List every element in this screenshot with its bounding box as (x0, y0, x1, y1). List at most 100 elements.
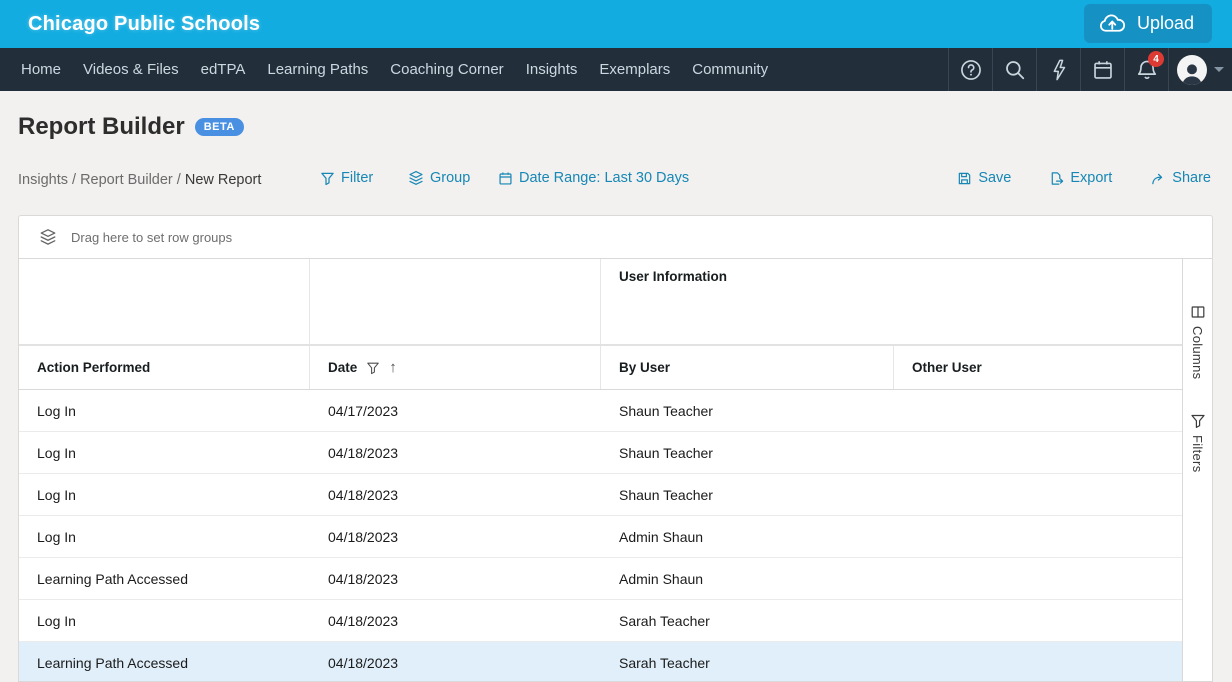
nav-item[interactable]: Coaching Corner (379, 48, 514, 91)
cell-other-user (894, 558, 1182, 599)
date-range-button[interactable]: Date Range: Last 30 Days (498, 170, 689, 186)
grid-main: User Information Action Performed Date ↑ (19, 259, 1212, 682)
cell-action-performed: Log In (19, 474, 310, 515)
cell-action-performed: Log In (19, 432, 310, 473)
user-avatar (1177, 55, 1207, 85)
nav-item[interactable]: Learning Paths (256, 48, 379, 91)
table-row[interactable]: Log In 04/18/2023 Admin Shaun (19, 516, 1182, 558)
upload-button[interactable]: Upload (1084, 4, 1212, 43)
cell-other-user (894, 474, 1182, 515)
table-row[interactable]: Learning Path Accessed 04/18/2023 Sarah … (19, 642, 1182, 682)
calendar-icon (498, 171, 513, 186)
cell-action-performed: Log In (19, 390, 310, 431)
tab-columns[interactable]: Columns (1190, 304, 1206, 379)
column-header-date[interactable]: Date ↑ (310, 346, 601, 389)
group-layers-icon (39, 228, 57, 246)
cell-action-performed: Learning Path Accessed (19, 642, 310, 682)
grid-side-panel: Columns Filters (1182, 259, 1212, 682)
notification-count-badge: 4 (1148, 51, 1164, 67)
cell-other-user (894, 516, 1182, 557)
sort-ascending-icon[interactable]: ↑ (389, 359, 397, 376)
nav-item[interactable]: Insights (515, 48, 589, 91)
cell-date: 04/18/2023 (310, 516, 601, 557)
row-group-drop-zone[interactable]: Drag here to set row groups (19, 216, 1212, 259)
table-row[interactable]: Learning Path Accessed 04/18/2023 Admin … (19, 558, 1182, 600)
export-button[interactable]: Export (1049, 170, 1112, 186)
group-layers-icon (408, 170, 424, 186)
account-menu[interactable] (1168, 48, 1232, 91)
table-row[interactable]: Log In 04/18/2023 Shaun Teacher (19, 474, 1182, 516)
cell-date: 04/17/2023 (310, 390, 601, 431)
table-row[interactable]: Log In 04/18/2023 Shaun Teacher (19, 432, 1182, 474)
cell-by-user: Sarah Teacher (601, 642, 894, 682)
nav-item[interactable]: Exemplars (588, 48, 681, 91)
cell-by-user: Admin Shaun (601, 516, 894, 557)
breadcrumb-separator: / (173, 172, 185, 188)
column-header-row: Action Performed Date ↑ By User Other Us… (19, 346, 1182, 390)
grid-table: User Information Action Performed Date ↑ (19, 259, 1182, 682)
share-button[interactable]: Share (1150, 170, 1211, 186)
column-header-label: Date (328, 360, 357, 375)
column-header-other-user[interactable]: Other User (894, 346, 1182, 389)
table-row[interactable]: Log In 04/18/2023 Sarah Teacher (19, 600, 1182, 642)
group-button-label: Group (430, 170, 470, 186)
group-header-spacer (310, 259, 601, 344)
tab-filters[interactable]: Filters (1190, 413, 1206, 473)
report-actions: Save Export Share (957, 170, 1211, 186)
filter-funnel-icon (1190, 413, 1206, 429)
cell-by-user: Admin Shaun (601, 558, 894, 599)
quick-actions-button[interactable] (1036, 48, 1080, 91)
column-header-by-user[interactable]: By User (601, 346, 894, 389)
cell-date: 04/18/2023 (310, 432, 601, 473)
group-button[interactable]: Group (408, 170, 470, 186)
cell-date: 04/18/2023 (310, 474, 601, 515)
cell-action-performed: Log In (19, 600, 310, 641)
calendar-icon (1092, 59, 1114, 81)
column-header-label: By User (619, 360, 670, 375)
help-icon (960, 59, 982, 81)
cell-action-performed: Learning Path Accessed (19, 558, 310, 599)
tab-filters-label: Filters (1190, 435, 1205, 473)
lightning-bolt-icon (1049, 59, 1069, 81)
row-group-hint-text: Drag here to set row groups (71, 230, 232, 245)
nav-item[interactable]: Videos & Files (72, 48, 190, 91)
filter-funnel-icon (320, 171, 335, 186)
column-group-header-row: User Information (19, 259, 1182, 346)
notifications-button[interactable]: 4 (1124, 48, 1168, 91)
cell-action-performed: Log In (19, 516, 310, 557)
tab-columns-label: Columns (1190, 326, 1205, 379)
filter-button[interactable]: Filter (320, 170, 373, 186)
cloud-upload-icon (1098, 14, 1127, 34)
brand-title: Chicago Public Schools (28, 13, 260, 36)
beta-badge: BETA (195, 118, 244, 136)
report-grid: Drag here to set row groups User Informa… (18, 215, 1213, 682)
export-document-icon (1049, 171, 1064, 186)
search-button[interactable] (992, 48, 1036, 91)
breadcrumb-report-builder[interactable]: Report Builder (80, 172, 173, 188)
breadcrumb-insights[interactable]: Insights (18, 172, 68, 188)
cell-other-user (894, 432, 1182, 473)
column-header-action-performed[interactable]: Action Performed (19, 346, 310, 389)
page-heading: Report Builder BETA (18, 113, 244, 141)
filter-button-label: Filter (341, 170, 373, 186)
breadcrumb-separator: / (68, 172, 80, 188)
cell-date: 04/18/2023 (310, 558, 601, 599)
group-header-user-information[interactable]: User Information (601, 259, 1182, 344)
table-row[interactable]: Log In 04/17/2023 Shaun Teacher (19, 390, 1182, 432)
grid-rows: Log In 04/17/2023 Shaun Teacher Log In 0… (19, 390, 1182, 682)
nav-item[interactable]: Home (10, 48, 72, 91)
help-button[interactable] (948, 48, 992, 91)
column-header-label: Action Performed (37, 360, 150, 375)
page-title: Report Builder (18, 113, 185, 141)
nav-menu: Home Videos & Files edTPA Learning Paths… (0, 48, 779, 91)
save-button-label: Save (978, 170, 1011, 186)
nav-item[interactable]: Community (681, 48, 779, 91)
cell-by-user: Sarah Teacher (601, 600, 894, 641)
nav-item[interactable]: edTPA (190, 48, 257, 91)
columns-icon (1190, 304, 1206, 320)
column-header-label: Other User (912, 360, 982, 375)
cell-by-user: Shaun Teacher (601, 432, 894, 473)
column-filter-funnel-icon[interactable] (366, 361, 380, 375)
calendar-button[interactable] (1080, 48, 1124, 91)
save-button[interactable]: Save (957, 170, 1011, 186)
